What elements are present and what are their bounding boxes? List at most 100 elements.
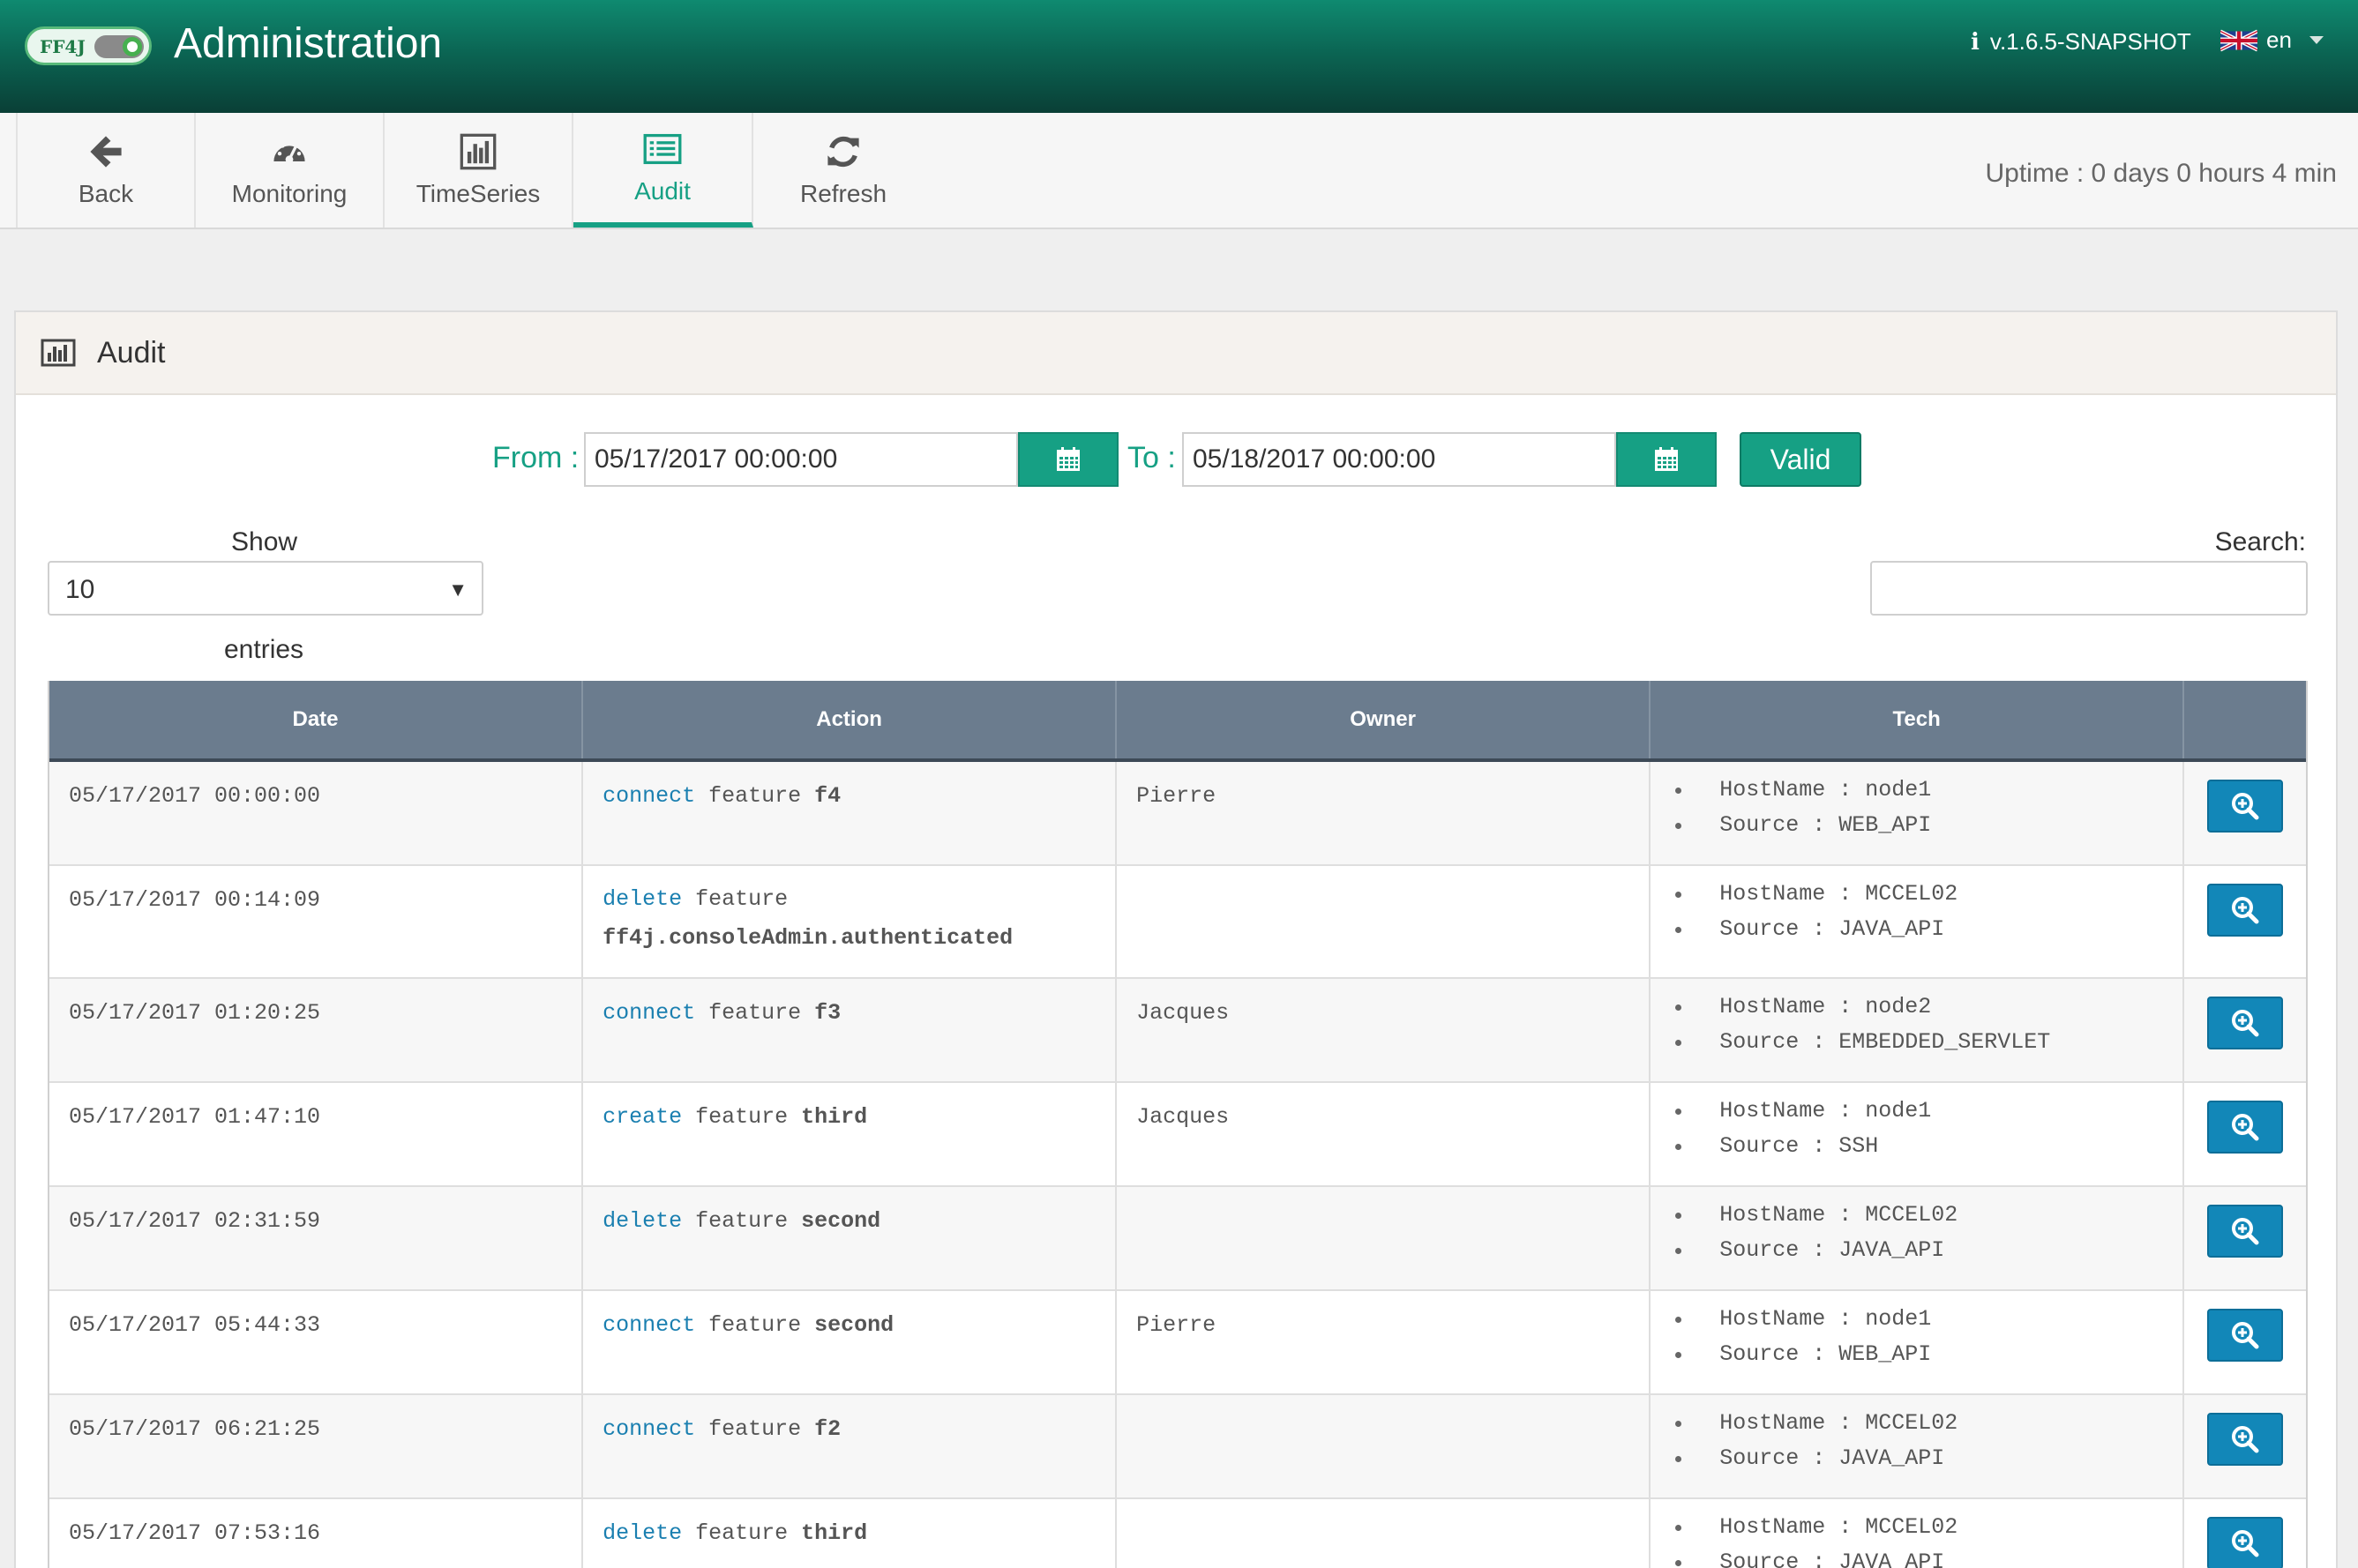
timeseries-label: TimeSeries xyxy=(415,180,541,207)
cell-tech: HostName : node1 Source : WEB_API xyxy=(1651,762,2185,864)
tech-source: Source : JAVA_API xyxy=(1670,1233,2163,1268)
cell-action: create feature third xyxy=(583,1083,1118,1185)
chevron-down-icon xyxy=(2309,36,2324,44)
cell-tech: HostName : MCCEL02 Source : JAVA_API xyxy=(1651,1395,2185,1497)
to-date-input[interactable]: 05/18/2017 00:00:00 xyxy=(1182,432,1616,487)
tech-hostname: HostName : node2 xyxy=(1670,989,2163,1025)
column-header-date[interactable]: Date xyxy=(49,681,584,758)
details-button[interactable] xyxy=(2207,1101,2284,1154)
audit-table: Date Action Owner Tech 05/17/2017 00:00:… xyxy=(48,681,2308,1568)
monitoring-label: Monitoring xyxy=(231,180,348,207)
valid-button[interactable]: Valid xyxy=(1740,432,1861,487)
tech-hostname: HostName : node1 xyxy=(1670,1094,2163,1129)
audit-panel: Audit From : 05/17/2017 00:00:00 To : 05… xyxy=(14,310,2338,1568)
feature-name: third xyxy=(801,1520,868,1546)
feature-name: ff4j.consoleAdmin.authenticated xyxy=(603,925,1014,951)
list-icon xyxy=(643,133,682,165)
toolbar: Back Monitoring TimeSeries Audit Refresh… xyxy=(0,113,2358,229)
chevron-down-icon: ▼ xyxy=(448,579,468,601)
calendar-icon xyxy=(1655,447,1678,471)
cell-owner: Jacques xyxy=(1117,979,1651,1081)
uk-flag-icon xyxy=(2220,29,2257,51)
details-button[interactable] xyxy=(2207,884,2284,937)
tech-hostname: HostName : MCCEL02 xyxy=(1670,877,2163,912)
details-button[interactable] xyxy=(2207,997,2284,1049)
page-size-select[interactable]: 10 ▼ xyxy=(48,561,483,616)
search-label: Search: xyxy=(2214,527,2306,556)
cell-owner: Jacques xyxy=(1117,1083,1651,1185)
cell-details xyxy=(2184,1395,2306,1497)
page-size-value: 10 xyxy=(65,575,95,604)
app-title: Administration xyxy=(174,20,443,67)
zoom-in-icon xyxy=(2232,1322,2259,1349)
tech-hostname: HostName : MCCEL02 xyxy=(1670,1406,2163,1441)
language-label: en xyxy=(2266,26,2292,53)
column-header-tech[interactable]: Tech xyxy=(1651,681,2185,758)
from-date-input[interactable]: 05/17/2017 00:00:00 xyxy=(584,432,1018,487)
cell-owner xyxy=(1117,1499,1651,1568)
version-info: i v.1.6.5-SNAPSHOT xyxy=(1971,28,2191,56)
back-button[interactable]: Back xyxy=(16,113,196,228)
arrow-left-icon xyxy=(90,136,122,168)
audit-label: Audit xyxy=(634,177,691,205)
action-keyword: feature xyxy=(695,1520,789,1546)
timeseries-tab[interactable]: TimeSeries xyxy=(385,113,573,228)
cell-date: 05/17/2017 00:14:09 xyxy=(49,866,584,977)
cell-details xyxy=(2184,866,2306,977)
details-button[interactable] xyxy=(2207,1309,2284,1362)
action-keyword: feature xyxy=(708,1312,802,1338)
from-label: From : xyxy=(492,441,580,474)
table-row: 05/17/2017 06:21:25 connect feature f2 H… xyxy=(49,1395,2306,1499)
column-header-action[interactable]: Action xyxy=(583,681,1118,758)
column-header-owner[interactable]: Owner xyxy=(1117,681,1651,758)
cell-owner xyxy=(1117,1395,1651,1497)
table-header: Date Action Owner Tech xyxy=(49,681,2306,762)
table-row: 05/17/2017 01:47:10 create feature third… xyxy=(49,1083,2306,1187)
panel-header: Audit xyxy=(16,312,2336,395)
tech-source: Source : JAVA_API xyxy=(1670,912,2163,947)
tech-source: Source : WEB_API xyxy=(1670,808,2163,843)
bar-chart-icon xyxy=(460,133,497,170)
cell-tech: HostName : node2 Source : EMBEDDED_SERVL… xyxy=(1651,979,2185,1081)
audit-tab[interactable]: Audit xyxy=(573,113,753,228)
details-button[interactable] xyxy=(2207,780,2284,833)
action-verb: connect xyxy=(603,783,696,809)
cell-action: connect feature f4 xyxy=(583,762,1118,864)
zoom-in-icon xyxy=(2232,793,2259,820)
date-range-filter: From : 05/17/2017 00:00:00 To : 05/18/20… xyxy=(16,432,2336,489)
table-row: 05/17/2017 01:20:25 connect feature f3 J… xyxy=(49,979,2306,1083)
info-icon: i xyxy=(1971,28,1980,56)
action-keyword: feature xyxy=(695,1208,789,1234)
bar-chart-icon xyxy=(41,339,76,367)
refresh-button[interactable]: Refresh xyxy=(753,113,933,228)
table-row: 05/17/2017 00:00:00 connect feature f4 P… xyxy=(49,762,2306,866)
cell-owner: Pierre xyxy=(1117,1291,1651,1393)
cell-action: delete feature second xyxy=(583,1187,1118,1289)
details-button[interactable] xyxy=(2207,1413,2284,1466)
cell-tech: HostName : node1 Source : WEB_API xyxy=(1651,1291,2185,1393)
entries-label: entries xyxy=(224,635,304,664)
cell-details xyxy=(2184,1187,2306,1289)
cell-date: 05/17/2017 06:21:25 xyxy=(49,1395,584,1497)
from-calendar-button[interactable] xyxy=(1018,432,1119,487)
logo-text: FF4J xyxy=(40,36,86,57)
table-row: 05/17/2017 05:44:33 connect feature seco… xyxy=(49,1291,2306,1395)
cell-action: delete feature third xyxy=(583,1499,1118,1568)
search-input[interactable] xyxy=(1870,561,2308,616)
calendar-icon xyxy=(1057,447,1080,471)
cell-date: 05/17/2017 07:53:16 xyxy=(49,1499,584,1568)
cell-date: 05/17/2017 00:00:00 xyxy=(49,762,584,864)
toggle-switch-icon xyxy=(94,35,144,58)
details-button[interactable] xyxy=(2207,1517,2284,1568)
to-calendar-button[interactable] xyxy=(1616,432,1717,487)
cell-tech: HostName : MCCEL02 Source : JAVA_API xyxy=(1651,1499,2185,1568)
action-verb: connect xyxy=(603,1312,696,1338)
action-keyword: feature xyxy=(708,783,802,809)
language-selector[interactable]: en xyxy=(2220,26,2324,54)
tech-hostname: HostName : node1 xyxy=(1670,773,2163,808)
feature-name: f4 xyxy=(814,783,842,809)
ff4j-logo[interactable]: FF4J xyxy=(25,26,152,65)
details-button[interactable] xyxy=(2207,1205,2284,1258)
tech-source: Source : JAVA_API xyxy=(1670,1441,2163,1476)
monitoring-tab[interactable]: Monitoring xyxy=(196,113,385,228)
